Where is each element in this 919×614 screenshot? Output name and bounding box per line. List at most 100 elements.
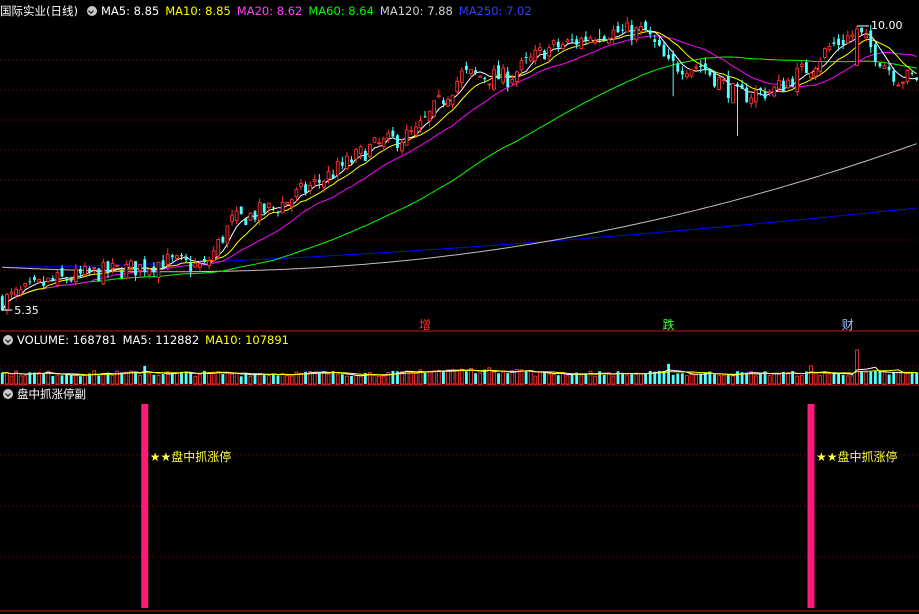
candle-body	[225, 225, 230, 244]
volume-bar	[326, 373, 331, 385]
volume-bar	[910, 372, 914, 384]
volume-bar	[156, 375, 161, 385]
candle-body	[400, 141, 404, 152]
chevron-down-icon[interactable]	[3, 389, 13, 399]
ma20-readout: MA20: 8.62	[236, 4, 303, 18]
volume-bar	[234, 372, 239, 385]
volume-bar	[18, 375, 23, 385]
volume-bar	[198, 373, 202, 385]
volume-bar	[667, 363, 670, 384]
candle-body	[396, 135, 399, 148]
candle-body	[9, 291, 14, 295]
candle-body	[244, 218, 248, 226]
candle-body	[308, 185, 313, 191]
candle-body	[37, 279, 41, 283]
candle-body	[432, 100, 437, 117]
volume-readout: VOLUME: 168781	[17, 333, 117, 347]
volume-bar	[51, 376, 55, 384]
candle-body	[423, 116, 427, 118]
volume-bar	[556, 375, 560, 384]
candle-body	[588, 37, 593, 43]
candle-body	[88, 268, 92, 273]
candle-body	[427, 110, 432, 122]
candle-body	[662, 44, 666, 57]
ma60-line	[1, 56, 917, 311]
volume-bar	[543, 371, 546, 384]
candle-body	[368, 143, 372, 158]
volume-bar	[538, 371, 542, 385]
candle-body	[804, 62, 808, 74]
indicator-title: 盘中抓涨停副	[17, 387, 86, 401]
candle-body	[73, 268, 78, 283]
candle-body	[667, 54, 670, 59]
signal-bar	[807, 404, 815, 608]
candle-body	[97, 268, 101, 281]
volume-bar	[901, 371, 905, 385]
candle-body	[841, 39, 845, 45]
volume-bar	[501, 371, 506, 385]
candle-body	[138, 264, 143, 272]
candle-body	[294, 189, 299, 198]
volume-bar	[335, 373, 340, 385]
candle-body	[616, 25, 620, 33]
candle-body	[459, 70, 464, 83]
volume-bar	[892, 372, 896, 384]
candle-body	[644, 21, 648, 31]
candle-body	[363, 150, 367, 161]
candle-body	[487, 83, 492, 86]
volume-bar	[317, 372, 321, 384]
candle-body	[892, 70, 896, 82]
candle-body	[713, 71, 716, 87]
ma10-readout: MA10: 8.85	[165, 4, 231, 18]
volume-bar	[915, 372, 919, 384]
candle-body	[864, 33, 869, 39]
volume-bar	[5, 372, 9, 385]
candle-body	[469, 69, 473, 74]
candle-body	[759, 88, 762, 91]
candle-body	[896, 84, 901, 87]
candle-body	[736, 83, 739, 87]
volume-bar	[152, 374, 156, 384]
main-header: 国际实业(日线) MA5: 8.85 MA10: 8.85 MA20: 8.62 MA6…	[0, 3, 538, 19]
candle-body	[180, 255, 183, 257]
candle-body	[901, 81, 905, 84]
candle-body	[51, 277, 55, 281]
chevron-down-icon[interactable]	[86, 6, 97, 16]
volume-bar	[455, 370, 460, 385]
volume-bar	[630, 372, 634, 384]
candle-body	[5, 294, 9, 311]
candle-body	[203, 258, 206, 262]
event-marker[interactable]: 跌	[663, 316, 675, 333]
ma5-readout: MA5: 8.85	[100, 4, 160, 18]
candle-body	[101, 261, 106, 285]
volume-bar	[409, 371, 414, 385]
volume-bar	[230, 373, 234, 385]
candle-body	[869, 30, 873, 48]
chevron-down-icon[interactable]	[3, 335, 13, 345]
candle-body	[124, 263, 129, 279]
candle-body	[694, 66, 699, 69]
volume-bar	[413, 372, 418, 385]
volume-bar	[689, 372, 694, 385]
candle-body	[55, 272, 60, 286]
candle-body	[129, 260, 133, 268]
volume-bar	[101, 372, 106, 385]
candle-body	[372, 137, 377, 143]
candle-body	[239, 206, 243, 215]
volume-bar	[345, 375, 349, 385]
candle-body	[115, 264, 120, 267]
candle-body	[271, 207, 275, 209]
event-marker[interactable]: 财	[842, 316, 854, 333]
ma250-readout: MA250: 7.02	[458, 4, 532, 18]
volume-bar	[685, 375, 689, 385]
volume-bar	[694, 374, 699, 385]
volume-bar	[262, 374, 266, 384]
candle-body	[33, 277, 36, 280]
candle-body	[703, 63, 707, 71]
candle-body	[579, 37, 584, 50]
volume-bar	[134, 372, 137, 384]
candle-body	[749, 97, 754, 104]
candle-body	[65, 278, 69, 281]
volume-bar	[680, 373, 684, 384]
event-marker[interactable]: 增	[419, 316, 431, 333]
